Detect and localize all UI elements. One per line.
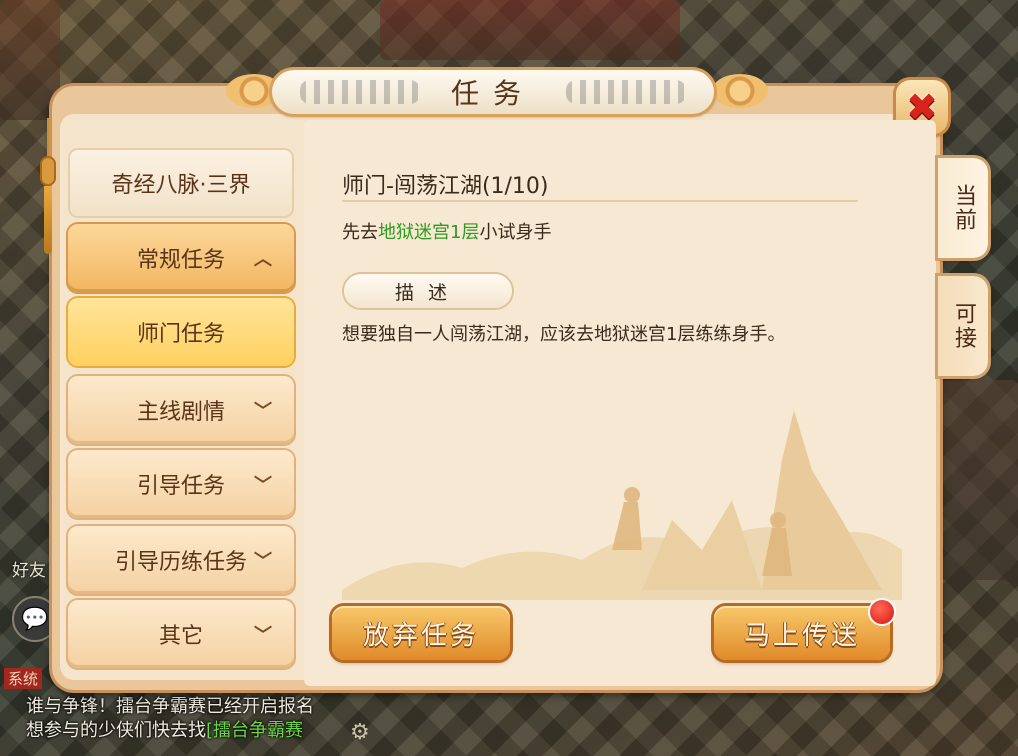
title-decoration (566, 80, 686, 104)
quest-title: 师门-闯荡江湖(1/10) (342, 174, 549, 199)
cloud-ornament-icon (712, 74, 768, 108)
menu-item-label: 常规任务 (136, 248, 225, 273)
goal-text: 先去 (342, 222, 378, 243)
tab-label: 当前 (951, 184, 976, 232)
chevron-down-icon: ﹀ (254, 401, 272, 422)
chevron-down-icon: ﹀ (254, 551, 272, 572)
menu-item-label: 主线剧情 (136, 400, 225, 425)
menu-item-label: 师门任务 (136, 322, 225, 347)
menu-category-main-story[interactable]: 主线剧情 ﹀ (68, 376, 294, 444)
tab-label: 可接 (951, 302, 976, 350)
window-title-plate: 任务 (272, 70, 714, 114)
chat-message-line: 想参与的少侠们快去找[擂台争霸赛 (26, 716, 303, 742)
window-title: 任务 (450, 77, 535, 110)
menu-category-guide-training[interactable]: 引导历练任务 ﹀ (68, 526, 294, 594)
chevron-down-icon: ﹀ (254, 625, 272, 646)
goal-location-link[interactable]: 地狱迷宫1层 (378, 222, 479, 243)
friends-label[interactable]: 好友 (12, 556, 46, 581)
tassel-ornament-icon (36, 118, 60, 256)
chevron-down-icon: ﹀ (254, 475, 272, 496)
menu-item-label: 引导任务 (136, 474, 225, 499)
quest-goal: 先去地狱迷宫1层小试身手 (342, 218, 551, 244)
tab-current[interactable]: 当前 (938, 158, 988, 258)
gear-icon[interactable]: ⚙ (350, 720, 370, 745)
teleport-button[interactable]: 马上传送 (714, 606, 890, 660)
menu-item-label: 引导历练任务 (114, 550, 247, 575)
description-label: 描述 (344, 274, 512, 308)
quest-description: 想要独自一人闯荡江湖，应该去地狱迷宫1层练练身手。 (342, 324, 786, 345)
abandon-quest-button[interactable]: 放弃任务 (332, 606, 510, 660)
menu-category-regular[interactable]: 常规任务 ︿ (68, 224, 294, 292)
chat-text: 想参与的少侠们快去找 (26, 720, 206, 741)
menu-category-guide[interactable]: 引导任务 ﹀ (68, 450, 294, 518)
chat-message-line: 谁与争锋！擂台争霸赛已经开启报名 (26, 696, 314, 717)
background-wall (0, 0, 60, 120)
goal-text: 小试身手 (479, 222, 552, 243)
menu-header[interactable]: 奇经八脉·三界 (70, 150, 292, 216)
background-building (940, 380, 1018, 580)
title-decoration (300, 80, 420, 104)
divider (342, 200, 858, 202)
chat-link[interactable]: [擂台争霸赛 (206, 720, 303, 741)
notification-dot (870, 600, 894, 624)
tab-available[interactable]: 可接 (938, 276, 988, 376)
background-roof (380, 0, 680, 60)
menu-subitem-sect[interactable]: 师门任务 (68, 298, 294, 366)
menu-category-other[interactable]: 其它 ﹀ (68, 600, 294, 668)
menu-item-label: 其它 (158, 624, 203, 649)
system-channel-tag: 系统 (4, 668, 43, 689)
chevron-up-icon: ︿ (254, 249, 272, 270)
landscape-illustration (342, 410, 902, 600)
